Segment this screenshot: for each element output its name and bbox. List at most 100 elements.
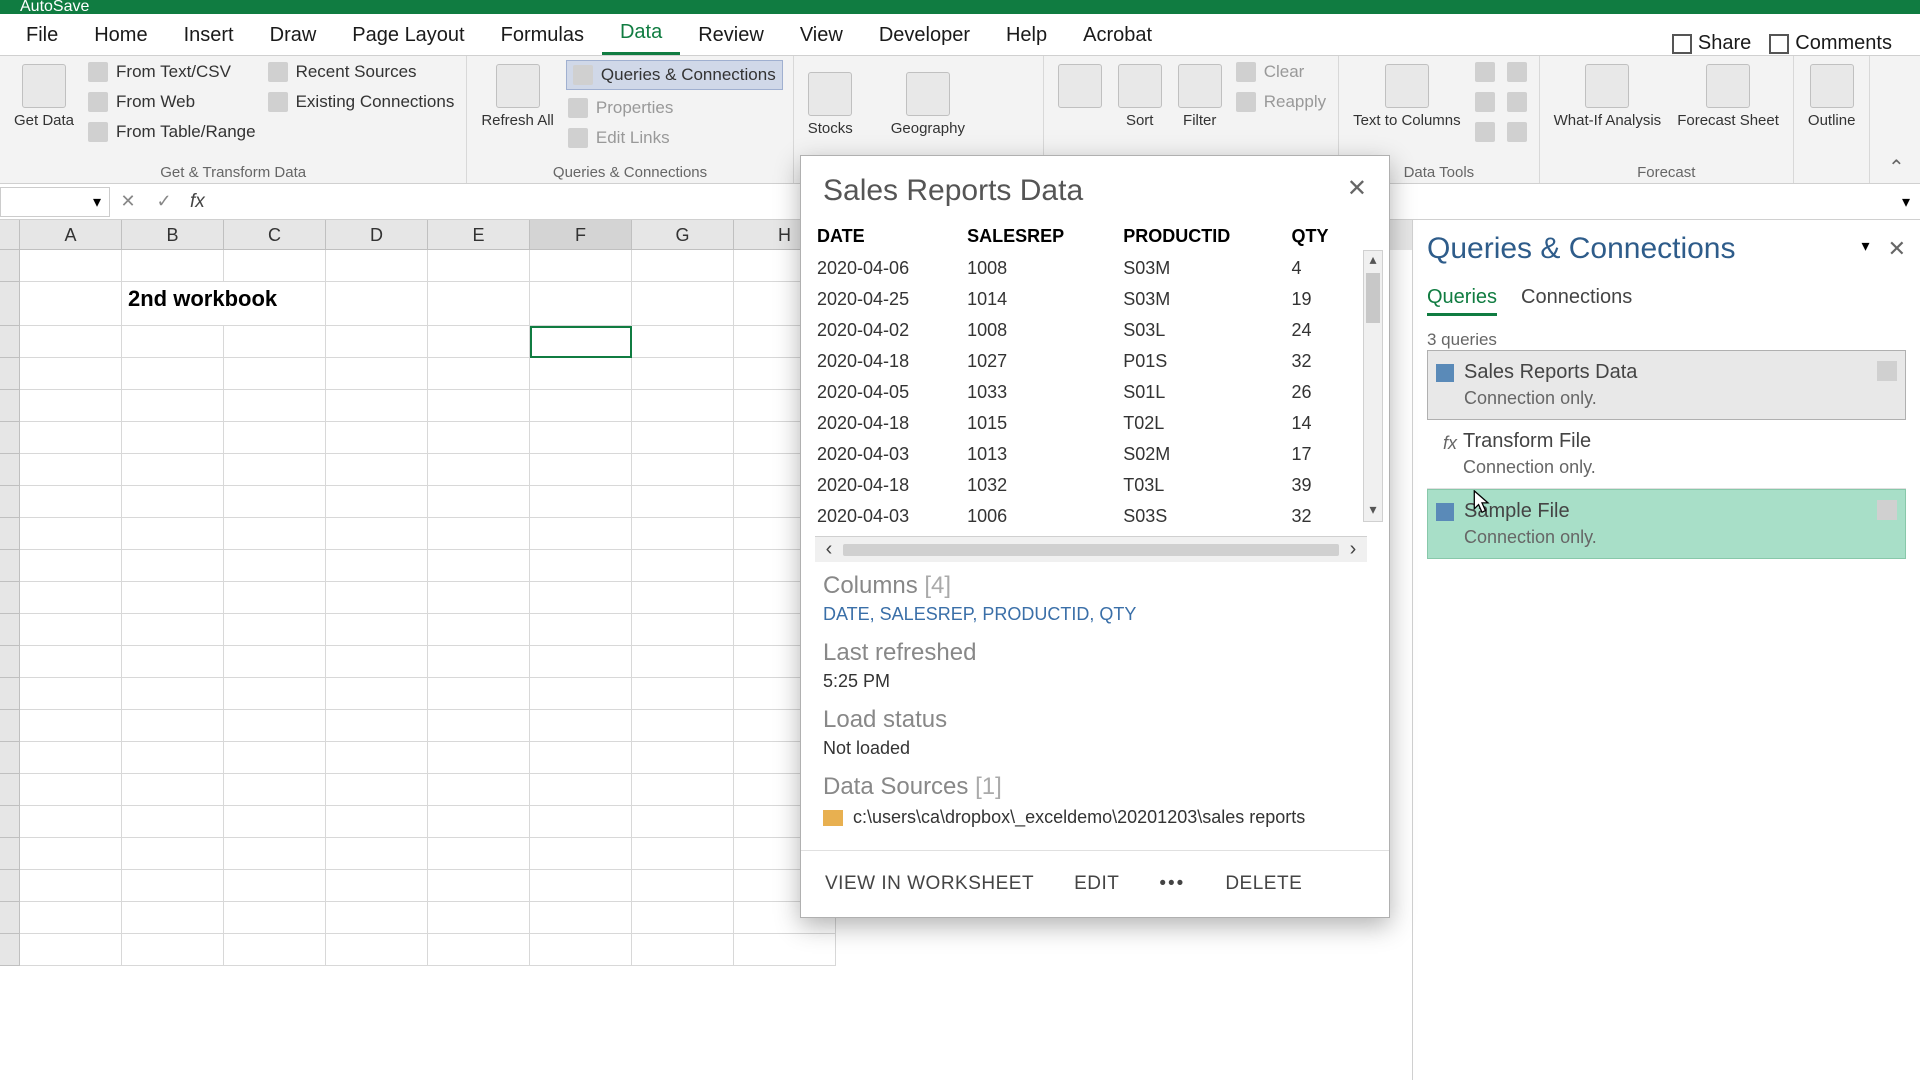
whatif-button[interactable]: What-If Analysis (1550, 60, 1666, 133)
menu-file[interactable]: File (8, 16, 76, 55)
edit-button[interactable]: EDIT (1074, 873, 1119, 895)
collapse-ribbon-button[interactable]: ⌃ (1888, 155, 1910, 177)
menu-help[interactable]: Help (988, 16, 1065, 55)
column-header-g[interactable]: G (632, 220, 734, 250)
name-box[interactable]: ▾ (0, 187, 110, 217)
query-item-transform-file[interactable]: fx Transform File Connection only. (1427, 420, 1906, 489)
table-cell: 2020-04-03 (801, 439, 951, 470)
column-header-b[interactable]: B (122, 220, 224, 250)
column-header-c[interactable]: C (224, 220, 326, 250)
forecast-icon (1706, 64, 1750, 108)
menu-page-layout[interactable]: Page Layout (334, 16, 482, 55)
menu-acrobat[interactable]: Acrobat (1065, 16, 1170, 55)
queries-connections-toggle[interactable]: Queries & Connections (566, 60, 783, 90)
forecast-sheet-button[interactable]: Forecast Sheet (1673, 60, 1783, 133)
edit-links-button[interactable]: Edit Links (566, 126, 783, 150)
query-item-sample-file[interactable]: Sample File Connection only. (1427, 489, 1906, 559)
preview-horizontal-scrollbar[interactable]: ‹ › (815, 536, 1367, 562)
text-to-columns-button[interactable]: Text to Columns (1349, 60, 1465, 133)
clear-filter-button[interactable]: Clear (1234, 60, 1328, 84)
selected-cell[interactable] (530, 326, 632, 358)
get-data-button[interactable]: Get Data (10, 60, 78, 133)
column-header-e[interactable]: E (428, 220, 530, 250)
sort-az-button[interactable] (1054, 60, 1106, 112)
query-action-icon[interactable] (1877, 361, 1897, 381)
from-web-button[interactable]: From Web (86, 90, 258, 114)
select-all-corner[interactable] (0, 220, 20, 250)
menu-view[interactable]: View (782, 16, 861, 55)
comments-button[interactable]: Comments (1769, 32, 1892, 55)
scroll-track[interactable] (843, 544, 1339, 556)
table-icon (1436, 503, 1454, 521)
sort-icon (1118, 64, 1162, 108)
cell-b2[interactable]: 2nd workbook (122, 282, 326, 326)
column-header-a[interactable]: A (20, 220, 122, 250)
table-row: 2020-04-021008S03L24 (801, 315, 1359, 346)
scroll-up-icon[interactable]: ▴ (1364, 251, 1382, 271)
data-model-button[interactable] (1505, 120, 1529, 144)
close-pane-button[interactable]: ✕ (1888, 236, 1906, 262)
view-in-worksheet-button[interactable]: VIEW IN WORKSHEET (825, 873, 1034, 895)
delete-button[interactable]: DELETE (1225, 873, 1302, 895)
pane-dropdown-icon[interactable]: ▾ (1862, 236, 1870, 262)
from-table-range-button[interactable]: From Table/Range (86, 120, 258, 144)
stocks-button[interactable]: Stocks (804, 68, 857, 141)
menu-home[interactable]: Home (76, 16, 165, 55)
chevron-down-icon[interactable]: ▾ (93, 192, 101, 212)
refresh-all-button[interactable]: Refresh All (477, 60, 558, 133)
filter-button[interactable]: Filter (1174, 60, 1226, 133)
filter-icon (1178, 64, 1222, 108)
menu-formulas[interactable]: Formulas (483, 16, 602, 55)
geography-button[interactable]: Geography (887, 68, 969, 141)
menu-draw[interactable]: Draw (252, 16, 335, 55)
fx-label[interactable]: fx (182, 191, 213, 213)
table-cell: 1032 (951, 470, 1107, 501)
outline-button[interactable]: Outline (1804, 60, 1860, 133)
close-preview-button[interactable]: ✕ (1347, 174, 1367, 208)
remove-duplicates-button[interactable] (1473, 90, 1497, 114)
table-cell: 39 (1275, 470, 1359, 501)
properties-button[interactable]: Properties (566, 96, 783, 120)
scroll-down-icon[interactable]: ▾ (1364, 501, 1382, 521)
accept-formula-button[interactable]: ✓ (146, 191, 182, 212)
flash-fill-button[interactable] (1473, 60, 1497, 84)
menu-developer[interactable]: Developer (861, 16, 988, 55)
scroll-thumb[interactable] (1366, 273, 1380, 323)
tab-queries[interactable]: Queries (1427, 286, 1497, 316)
consolidate-button[interactable] (1505, 60, 1529, 84)
cancel-formula-button[interactable]: ✕ (110, 191, 146, 212)
query-item-sales-reports-data[interactable]: Sales Reports Data Connection only. (1427, 350, 1906, 420)
table-cell: 1008 (951, 253, 1107, 284)
menu-data[interactable]: Data (602, 13, 680, 55)
dv-icon (1475, 122, 1495, 142)
column-header-f[interactable]: F (530, 220, 632, 250)
data-validation-button[interactable] (1473, 120, 1497, 144)
load-status-label: Load status (823, 706, 1367, 734)
preview-vertical-scrollbar[interactable]: ▴ ▾ (1363, 250, 1383, 522)
menu-insert[interactable]: Insert (166, 16, 252, 55)
share-button[interactable]: Share (1672, 32, 1751, 55)
links-icon (568, 128, 588, 148)
scroll-left-icon[interactable]: ‹ (815, 538, 843, 561)
recent-sources-button[interactable]: Recent Sources (266, 60, 457, 84)
col-header: QTY (1275, 220, 1359, 253)
table-cell: 1027 (951, 346, 1107, 377)
sort-button[interactable]: Sort (1114, 60, 1166, 133)
query-action-icon[interactable] (1877, 500, 1897, 520)
menu-review[interactable]: Review (680, 16, 782, 55)
reapply-filter-button[interactable]: Reapply (1234, 90, 1328, 114)
geography-icon (906, 72, 950, 116)
table-row: 2020-04-061008S03M4 (801, 253, 1359, 284)
from-text-csv-button[interactable]: From Text/CSV (86, 60, 258, 84)
col-header: SALESREP (951, 220, 1107, 253)
tab-connections[interactable]: Connections (1521, 286, 1632, 316)
existing-connections-button[interactable]: Existing Connections (266, 90, 457, 114)
expand-formula-bar-button[interactable]: ▾ (1902, 192, 1910, 212)
preview-table: DATE SALESREP PRODUCTID QTY 2020-04-0610… (801, 220, 1359, 532)
table-cell: 1033 (951, 377, 1107, 408)
relationships-button[interactable] (1505, 90, 1529, 114)
column-header-d[interactable]: D (326, 220, 428, 250)
title-bar: AutoSave (0, 0, 1920, 14)
more-actions-button[interactable]: ••• (1159, 873, 1185, 895)
scroll-right-icon[interactable]: › (1339, 538, 1367, 561)
